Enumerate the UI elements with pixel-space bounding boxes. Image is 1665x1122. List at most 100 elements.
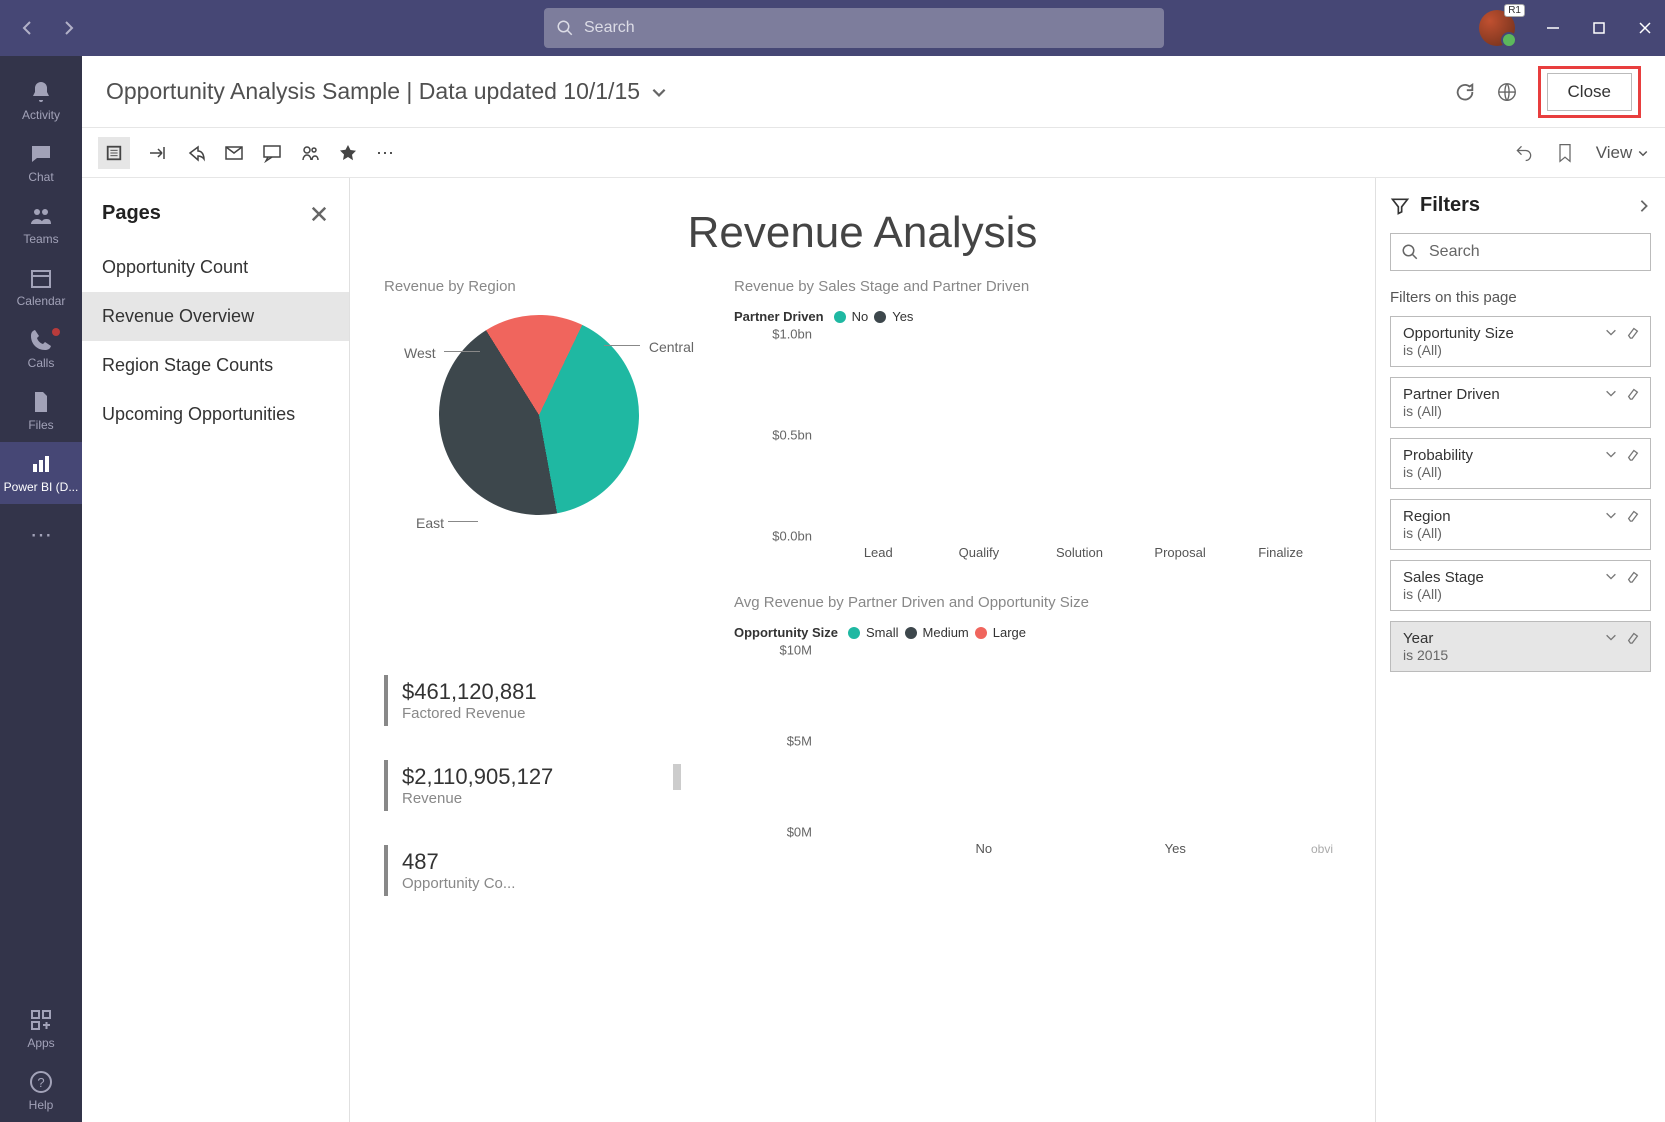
dashboard-title: Revenue Analysis xyxy=(384,208,1341,258)
page-item[interactable]: Opportunity Count xyxy=(82,243,349,292)
eraser-icon[interactable] xyxy=(1626,508,1640,522)
chevron-down-icon[interactable] xyxy=(650,83,668,101)
rail-label: Chat xyxy=(28,170,53,184)
kpi-card: $2,110,905,127 Revenue xyxy=(384,760,694,811)
calendar-icon xyxy=(29,266,53,290)
filter-card[interactable]: Opportunity Sizeis (All) xyxy=(1390,316,1651,367)
filter-card[interactable]: Partner Drivenis (All) xyxy=(1390,377,1651,428)
eraser-icon[interactable] xyxy=(1626,569,1640,583)
chart-title: Revenue by Sales Stage and Partner Drive… xyxy=(734,278,1341,295)
filter-search[interactable]: Search xyxy=(1390,233,1651,271)
chevron-down-icon[interactable] xyxy=(1604,569,1618,583)
rail-label: Activity xyxy=(22,108,60,122)
view-dropdown[interactable]: View xyxy=(1596,143,1649,163)
minimize-icon[interactable] xyxy=(1545,20,1561,36)
teams-app-icon[interactable] xyxy=(300,143,320,163)
content-header: Opportunity Analysis Sample | Data updat… xyxy=(82,56,1665,128)
legend: Opportunity Size Small Medium Large xyxy=(734,625,1341,640)
avatar-badge: R1 xyxy=(1504,4,1525,17)
app-rail: Activity Chat Teams Calendar Calls Files… xyxy=(0,56,82,1122)
help-icon: ? xyxy=(29,1070,53,1094)
filter-card[interactable]: Regionis (All) xyxy=(1390,499,1651,550)
rail-teams[interactable]: Teams xyxy=(0,194,82,256)
pages-pane: Pages Opportunity Count Revenue Overview… xyxy=(82,178,350,1122)
rail-apps[interactable]: Apps xyxy=(0,998,82,1060)
chevron-down-icon[interactable] xyxy=(1604,447,1618,461)
kpi-value: $461,120,881 xyxy=(402,679,694,705)
kpi-card: 487 Opportunity Co... xyxy=(384,845,694,896)
page-title: Opportunity Analysis Sample | Data updat… xyxy=(106,78,640,105)
view-label: View xyxy=(1596,143,1633,162)
filter-card[interactable]: Probabilityis (All) xyxy=(1390,438,1651,489)
chart-title: Avg Revenue by Partner Driven and Opport… xyxy=(734,594,1341,611)
forward-icon[interactable] xyxy=(60,20,76,36)
powerbi-icon xyxy=(29,452,53,476)
teams-icon xyxy=(29,204,53,228)
rail-calendar[interactable]: Calendar xyxy=(0,256,82,318)
chevron-down-icon[interactable] xyxy=(1604,630,1618,644)
eraser-icon[interactable] xyxy=(1626,447,1640,461)
sparkbar xyxy=(673,764,681,790)
filter-icon xyxy=(1390,196,1410,216)
close-window-icon[interactable] xyxy=(1637,20,1653,36)
close-button[interactable]: Close xyxy=(1547,73,1632,111)
close-icon[interactable] xyxy=(309,204,329,224)
global-search[interactable]: Search xyxy=(544,8,1164,48)
bookmark-icon[interactable] xyxy=(1556,143,1574,163)
chart-title: Revenue by Region xyxy=(384,278,694,295)
mail-icon[interactable] xyxy=(224,143,244,163)
toolbar: ⋯ View xyxy=(82,128,1665,178)
rail-calls[interactable]: Calls xyxy=(0,318,82,380)
comment-icon[interactable] xyxy=(262,143,282,163)
search-icon xyxy=(556,19,574,37)
eraser-icon[interactable] xyxy=(1626,630,1640,644)
kpi-card: $461,120,881 Factored Revenue xyxy=(384,675,694,726)
undo-icon[interactable] xyxy=(1514,143,1534,163)
refresh-icon[interactable] xyxy=(1454,81,1476,103)
kpi-label: Opportunity Co... xyxy=(402,875,694,892)
chevron-down-icon[interactable] xyxy=(1604,325,1618,339)
page-item[interactable]: Upcoming Opportunities xyxy=(82,390,349,439)
kpi-label: Factored Revenue xyxy=(402,705,694,722)
eraser-icon[interactable] xyxy=(1626,386,1640,400)
search-icon xyxy=(1401,243,1419,261)
outline-icon[interactable] xyxy=(98,137,130,169)
rail-activity[interactable]: Activity xyxy=(0,70,82,132)
export-icon[interactable] xyxy=(148,143,168,163)
filter-card[interactable]: Yearis 2015 xyxy=(1390,621,1651,672)
maximize-icon[interactable] xyxy=(1591,20,1607,36)
rail-label: Apps xyxy=(27,1036,54,1050)
chevron-down-icon[interactable] xyxy=(1604,508,1618,522)
page-item[interactable]: Region Stage Counts xyxy=(82,341,349,390)
apps-icon xyxy=(29,1008,53,1032)
globe-icon[interactable] xyxy=(1496,81,1518,103)
rail-more[interactable]: ⋯ xyxy=(0,504,82,566)
rail-label: Calendar xyxy=(17,294,66,308)
back-icon[interactable] xyxy=(20,20,36,36)
legend: Partner Driven No Yes xyxy=(734,309,1341,324)
file-icon xyxy=(29,390,53,414)
eraser-icon[interactable] xyxy=(1626,325,1640,339)
chevron-down-icon xyxy=(1637,147,1649,159)
avatar[interactable]: R1 xyxy=(1479,10,1515,46)
star-icon[interactable] xyxy=(338,143,358,163)
kpi-value: 487 xyxy=(402,849,694,875)
filters-title: Filters xyxy=(1420,194,1480,217)
notification-dot xyxy=(52,328,60,336)
chevron-down-icon[interactable] xyxy=(1604,386,1618,400)
bell-icon xyxy=(29,80,53,104)
rail-files[interactable]: Files xyxy=(0,380,82,442)
pie-label: West xyxy=(404,345,436,361)
chevron-right-icon[interactable] xyxy=(1637,199,1651,213)
page-item[interactable]: Revenue Overview xyxy=(82,292,349,341)
kpi-value: $2,110,905,127 xyxy=(402,764,694,790)
filters-section: Filters on this page xyxy=(1390,289,1651,306)
bar-chart-avg: $10M $5M $0M NoYes obvi xyxy=(764,650,1341,860)
rail-label: Calls xyxy=(28,356,55,370)
rail-chat[interactable]: Chat xyxy=(0,132,82,194)
rail-help[interactable]: ? Help xyxy=(0,1060,82,1122)
rail-powerbi[interactable]: Power BI (D... xyxy=(0,442,82,504)
more-icon[interactable]: ⋯ xyxy=(376,143,396,163)
filter-card[interactable]: Sales Stageis (All) xyxy=(1390,560,1651,611)
share-icon[interactable] xyxy=(186,143,206,163)
